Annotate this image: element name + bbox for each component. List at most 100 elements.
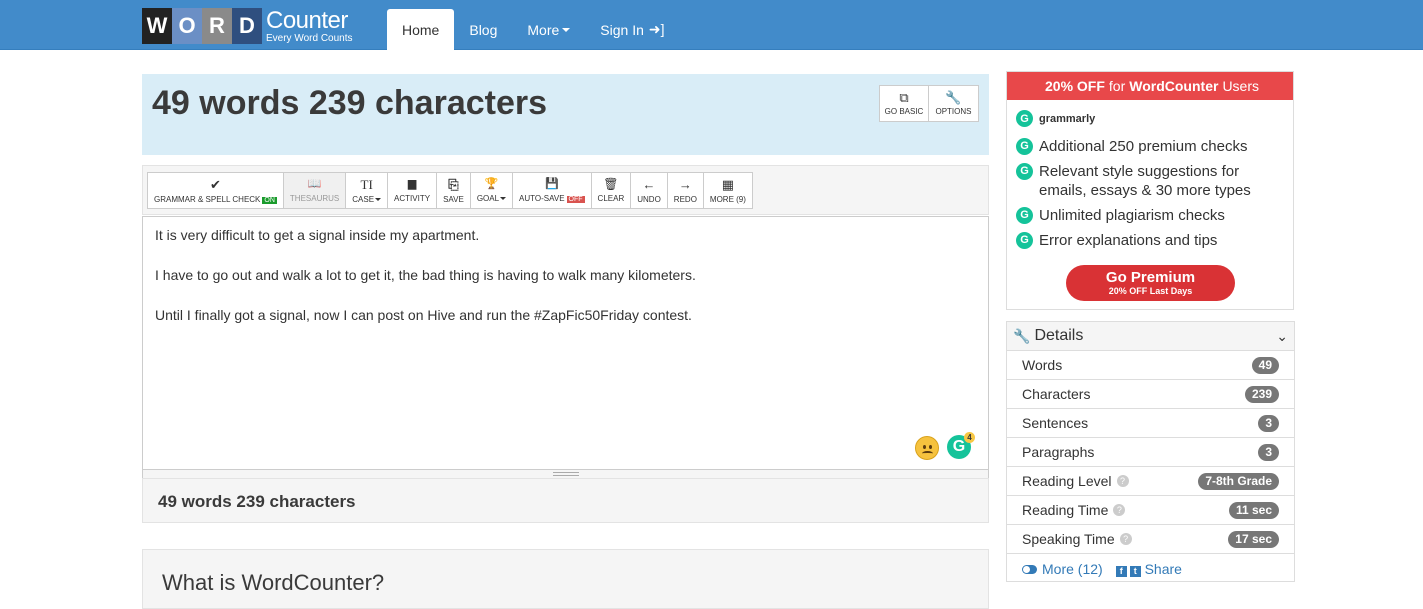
logo-text: Counter Every Word Counts (266, 6, 353, 44)
detail-label: Paragraphs (1022, 444, 1095, 460)
bar-chart-icon: ▆ (407, 177, 417, 190)
nav-more-label: More (527, 21, 560, 38)
undo-label: UNDO (637, 194, 661, 204)
editor-resize-handle[interactable] (142, 470, 989, 478)
detail-label: Words (1022, 357, 1063, 373)
book-icon: 📖 (307, 177, 322, 190)
nav-home[interactable]: Home (387, 9, 455, 50)
thesaurus-button[interactable]: 📖 THESAURUS (283, 172, 347, 209)
options-button[interactable]: 🔧 OPTIONS (929, 85, 979, 122)
emoji-eye (923, 445, 926, 449)
logo-title: Counter (266, 6, 348, 34)
check-icon: ✔ (210, 176, 221, 192)
wrench-icon: 🔧 (1013, 327, 1031, 344)
more-tools-button[interactable]: ▦ MORE (9) (703, 172, 753, 209)
share-link[interactable]: ft Share (1113, 561, 1182, 577)
grammarly-count-badge: 4 (964, 432, 975, 443)
save-label: SAVE (443, 194, 464, 204)
twitter-icon: t (1129, 565, 1141, 577)
save-button[interactable]: ⎘ SAVE (437, 172, 471, 209)
detail-row-reading-level: Reading Level ? 7-8th Grade (1007, 467, 1294, 496)
case-button[interactable]: TI CASE (346, 172, 389, 209)
help-icon[interactable]: ? (1113, 504, 1126, 516)
go-premium-sublabel: 20% OFF Last Days (1108, 286, 1193, 296)
ad-for: for (1108, 78, 1126, 94)
undo-button[interactable]: ← UNDO (631, 172, 668, 209)
caret-down-icon (375, 197, 382, 201)
detail-label: Speaking Time (1022, 531, 1115, 547)
case-label-wrap: CASE (352, 195, 382, 204)
nav-more-dropdown[interactable]: More (512, 9, 585, 50)
clear-button[interactable]: 🗑 CLEAR (591, 172, 632, 209)
auto-save-label: AUTO-SAVE (519, 193, 565, 203)
details-header[interactable]: 🔧 Details ⌄ (1007, 322, 1294, 351)
detail-row-reading-time: Reading Time ? 11 sec (1007, 496, 1294, 525)
detail-row-words: Words 49 (1007, 351, 1294, 380)
grid-icon: ▦ (721, 176, 735, 192)
detail-value-badge: 3 (1258, 414, 1279, 432)
detail-value-badge: 7-8th Grade (1198, 472, 1279, 490)
logo-letter-o: O (172, 8, 202, 44)
wordcounter-logo[interactable]: W O R D Counter Every Word Counts (142, 8, 353, 44)
grammar-check-button[interactable]: ✔ GRAMMAR & SPELL CHECK ON (147, 172, 284, 209)
thesaurus-label: THESAURUS (289, 193, 340, 203)
details-panel: 🔧 Details ⌄ Words 49 Characters 239 Sent… (1006, 321, 1295, 582)
grammarly-ad[interactable]: 20% OFF for WordCounter Users G grammarl… (1006, 71, 1294, 310)
detail-label: Characters (1022, 386, 1091, 402)
redo-button[interactable]: → REDO (667, 172, 704, 209)
ad-feature-list: G Additional 250 premium checks G Relevant… (1016, 137, 1286, 256)
detail-value-badge: 239 (1244, 385, 1279, 403)
ad-users: Users (1222, 78, 1259, 94)
save-file-icon: ⎘ (448, 176, 459, 192)
go-basic-button[interactable]: ⧉ GO BASIC (879, 85, 929, 122)
what-is-section: What is WordCounter? (142, 549, 989, 609)
share-label: Share (1144, 560, 1182, 577)
grip-icon (553, 472, 579, 476)
sad-face-icon[interactable] (915, 436, 939, 460)
detail-value-badge: 49 (1251, 356, 1279, 374)
ad-feature-text: Relevant style suggestions for emails, e… (1039, 163, 1251, 199)
detail-value-badge: 17 sec (1228, 530, 1279, 548)
external-link-icon: ⧉ (899, 90, 909, 105)
auto-save-button[interactable]: 💾 AUTO-SAVE OFF (513, 172, 592, 209)
go-premium-button[interactable]: Go Premium 20% OFF Last Days (1066, 265, 1235, 301)
text-case-icon: TI (360, 176, 373, 192)
help-icon[interactable]: ? (1119, 533, 1132, 545)
nav-home-label: Home (402, 21, 440, 38)
nav-blog[interactable]: Blog (454, 9, 512, 50)
nav-sign-in-label: Sign In (600, 21, 644, 38)
grammar-check-label: GRAMMAR & SPELL CHECK ON (154, 195, 277, 204)
facebook-icon: f (1115, 565, 1127, 577)
toggle-icon (1022, 564, 1037, 574)
details-title: Details (1034, 327, 1084, 344)
ad-discount: 20% OFF (1045, 78, 1105, 94)
redo-label: REDO (673, 194, 697, 204)
help-icon[interactable]: ? (1116, 475, 1129, 487)
nav-sign-in[interactable]: Sign In ➜] (585, 9, 679, 50)
header-buttons: ⧉ GO BASIC 🔧 OPTIONS (879, 85, 979, 122)
editor-paragraph: I have to go out and walk a lot to get i… (155, 267, 696, 283)
goal-button[interactable]: 🏆 GOAL (470, 172, 514, 209)
ad-banner: 20% OFF for WordCounter Users (1007, 72, 1293, 100)
logo-letter-d: D (232, 8, 262, 44)
grammarly-brand-name: grammarly (1039, 112, 1096, 125)
more-details-link[interactable]: More (12) (1022, 561, 1103, 577)
go-premium-label: Go Premium (1105, 269, 1196, 286)
emoji-eye (929, 445, 932, 449)
wrench-icon: 🔧 (945, 90, 962, 105)
ad-feature-text: Additional 250 premium checks (1039, 138, 1248, 155)
detail-row-paragraphs: Paragraphs 3 (1007, 438, 1294, 467)
editor-paragraph: It is very difficult to get a signal ins… (155, 227, 480, 243)
auto-save-label-wrap: AUTO-SAVE OFF (519, 194, 585, 203)
detail-row-characters: Characters 239 (1007, 380, 1294, 409)
goal-label-wrap: GOAL (477, 194, 507, 203)
activity-button[interactable]: ▆ ACTIVITY (388, 172, 438, 209)
text-editor[interactable]: It is very difficult to get a signal ins… (142, 216, 989, 470)
grammarly-bullet-icon: G (1016, 163, 1033, 180)
grammarly-bullet-icon: G (1016, 207, 1033, 224)
grammar-label-text: GRAMMAR & SPELL CHECK (154, 194, 261, 204)
go-basic-label: GO BASIC (884, 107, 924, 116)
ad-brand-wordcounter: WordCounter (1129, 78, 1219, 94)
detail-label: Reading Level (1022, 473, 1112, 489)
emoji-mouth (922, 451, 933, 456)
